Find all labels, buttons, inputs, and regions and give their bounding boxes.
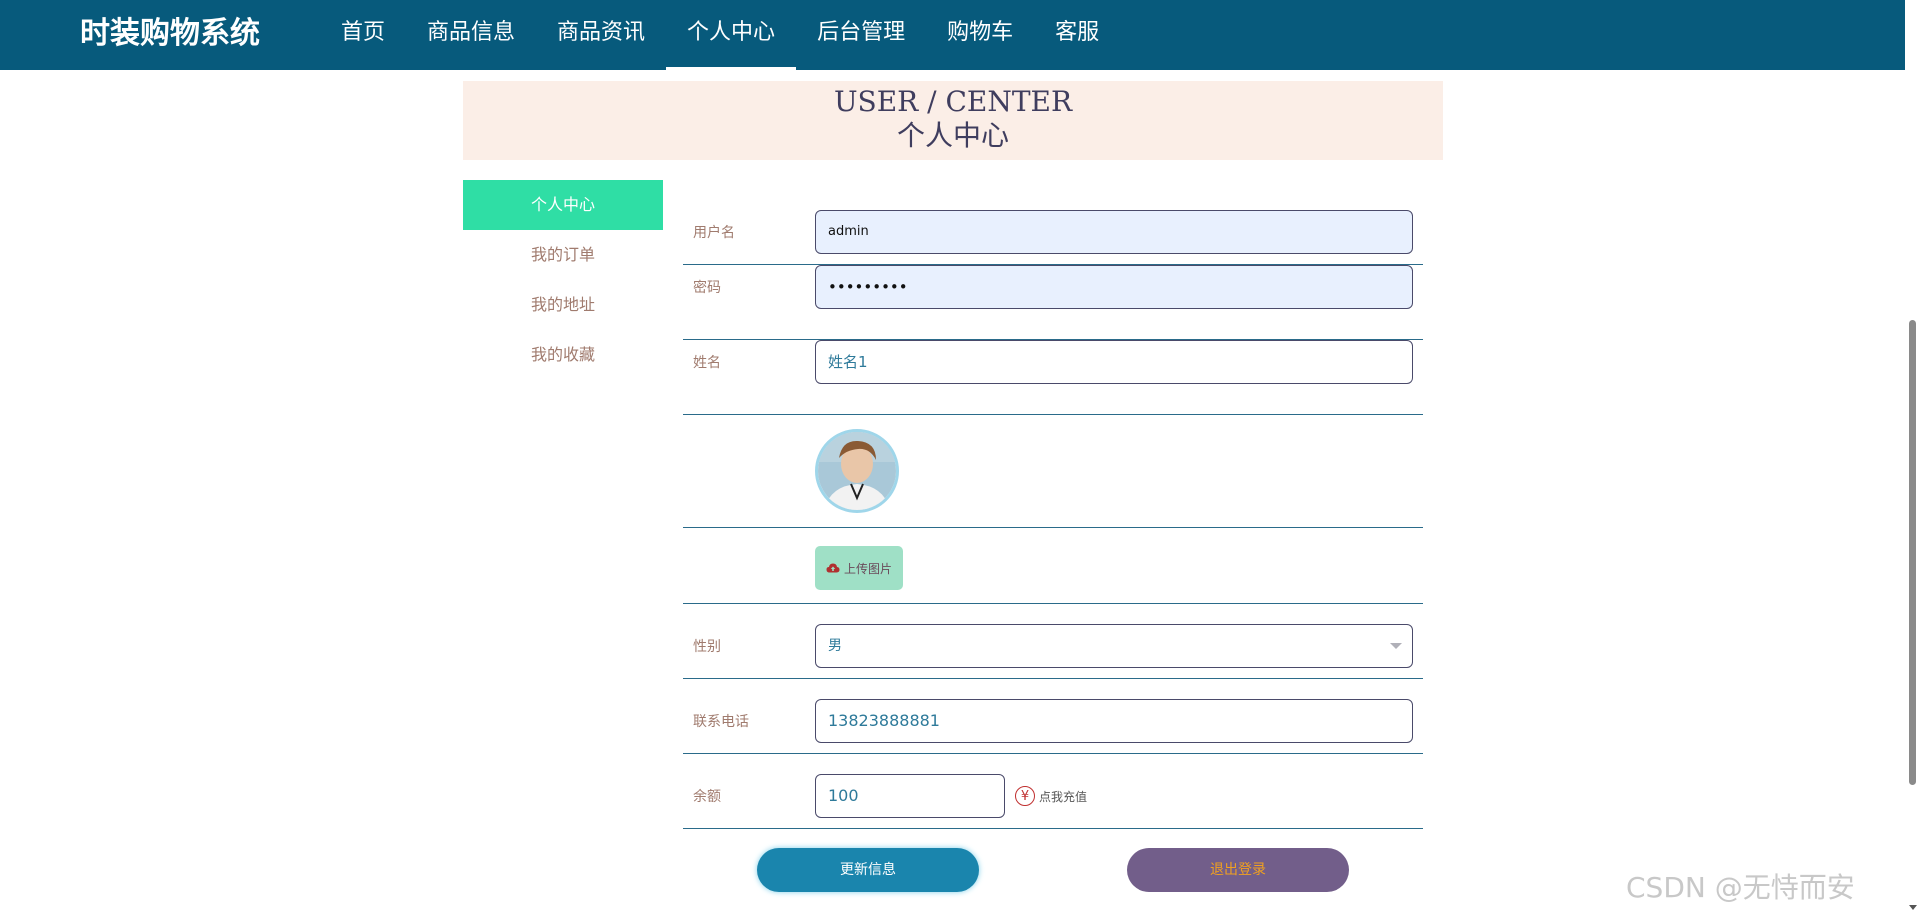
recharge-label: 点我充值 <box>1039 789 1088 804</box>
cloud-upload-icon <box>826 563 840 573</box>
avatar <box>815 429 899 513</box>
nav-item-cart[interactable]: 购物车 <box>926 0 1034 70</box>
site-brand[interactable]: 时装购物系统 <box>80 14 260 54</box>
gender-label: 性别 <box>693 639 721 655</box>
password-label: 密码 <box>693 280 721 296</box>
avatar-image <box>818 432 896 510</box>
update-info-button[interactable]: 更新信息 <box>757 848 979 892</box>
nav-item-customer-service[interactable]: 客服 <box>1034 0 1120 70</box>
scrollbar-thumb[interactable] <box>1909 320 1916 785</box>
name-input[interactable]: 姓名1 <box>815 340 1413 384</box>
side-item-my-favorites[interactable]: 我的收藏 <box>463 330 663 380</box>
username-label: 用户名 <box>693 225 735 241</box>
username-input[interactable]: admin <box>815 210 1413 254</box>
form-row-username: 用户名 admin <box>683 190 1423 265</box>
top-nav-bar: 时装购物系统 首页 商品信息 商品资讯 个人中心 后台管理 购物车 客服 <box>0 0 1920 70</box>
recharge-link[interactable]: ¥ 点我充值 <box>1015 784 1087 808</box>
form-row-upload: 上传图片 <box>683 528 1423 604</box>
nav-item-user-center[interactable]: 个人中心 <box>666 0 797 70</box>
form-row-name: 姓名 姓名1 <box>683 340 1423 415</box>
main-nav: 首页 商品信息 商品资讯 个人中心 后台管理 购物车 客服 <box>320 0 1120 70</box>
upload-button-label: 上传图片 <box>843 561 892 576</box>
name-label: 姓名 <box>693 355 721 371</box>
password-input[interactable]: ••••••••• <box>815 265 1413 309</box>
side-menu: 个人中心 我的订单 我的地址 我的收藏 <box>463 180 663 380</box>
page-banner: USER / CENTER 个人中心 <box>463 81 1443 160</box>
yen-icon: ¥ <box>1015 786 1035 806</box>
phone-input[interactable]: 13823888881 <box>815 699 1413 743</box>
chevron-down-icon <box>1390 643 1402 649</box>
form-row-phone: 联系电话 13823888881 <box>683 679 1423 754</box>
side-item-my-address[interactable]: 我的地址 <box>463 280 663 330</box>
phone-label: 联系电话 <box>693 714 749 730</box>
balance-input[interactable]: 100 <box>815 774 1005 818</box>
scroll-down-arrow-icon[interactable] <box>1909 905 1917 910</box>
side-item-user-center[interactable]: 个人中心 <box>463 180 663 230</box>
nav-item-home[interactable]: 首页 <box>320 0 406 70</box>
form-row-password: 密码 ••••••••• <box>683 265 1423 340</box>
balance-label: 余额 <box>693 789 721 805</box>
nav-item-products[interactable]: 商品信息 <box>406 0 536 70</box>
gender-select[interactable]: 男 <box>815 624 1413 668</box>
nav-item-admin[interactable]: 后台管理 <box>796 0 926 70</box>
nav-item-news[interactable]: 商品资讯 <box>536 0 666 70</box>
banner-title-en: USER / CENTER <box>833 85 1073 118</box>
watermark: CSDN @无恃而安 <box>1626 871 1855 904</box>
form-row-avatar <box>683 415 1423 528</box>
side-item-my-orders[interactable]: 我的订单 <box>463 230 663 280</box>
banner-title-cn: 个人中心 <box>896 119 1009 152</box>
form-row-gender: 性别 男 <box>683 604 1423 679</box>
profile-form: 用户名 admin 密码 ••••••••• 姓名 姓名1 上传图片 性别 男 … <box>683 190 1423 829</box>
gender-selected-value: 男 <box>828 638 842 654</box>
upload-image-button[interactable]: 上传图片 <box>815 546 903 590</box>
form-row-balance: 余额 100 ¥ 点我充值 <box>683 754 1423 829</box>
logout-button[interactable]: 退出登录 <box>1127 848 1349 892</box>
